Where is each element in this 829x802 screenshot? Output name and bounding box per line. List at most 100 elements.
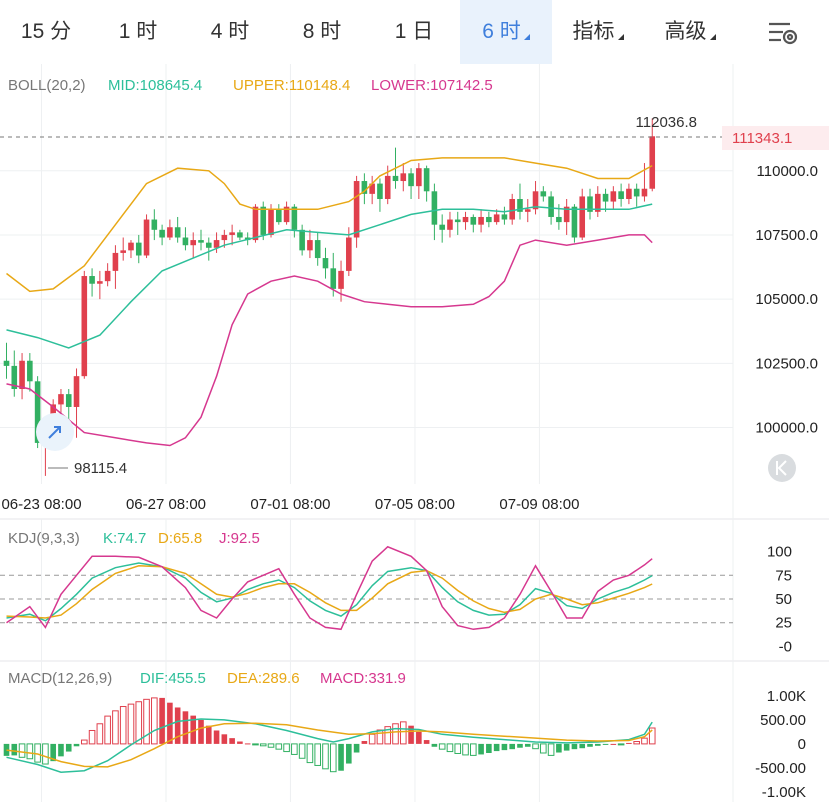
- candle-body: [524, 209, 531, 212]
- dropdown-triangle-icon: [523, 34, 530, 40]
- macd-dif-label: DIF:455.5: [140, 670, 206, 687]
- candle-body: [182, 237, 189, 246]
- macd-histogram-bar: [182, 711, 189, 744]
- tab-8h-label: 8 时: [302, 20, 342, 43]
- candle-body: [439, 224, 445, 230]
- crosshair-toggle-button[interactable]: [36, 413, 74, 451]
- macd-histogram-bar: [229, 738, 235, 744]
- tab-indicators[interactable]: 指标: [552, 0, 644, 64]
- last-price-label: 111343.1: [732, 130, 792, 147]
- macd-histogram-bar: [283, 743, 290, 753]
- macd-histogram-bar: [322, 743, 329, 770]
- kdj-j-line: [6, 545, 653, 631]
- macd-histogram-bar: [267, 743, 275, 748]
- tab-4h-label: 4 时: [210, 20, 250, 43]
- price-tick-label: 100000.0: [755, 420, 818, 437]
- kdj-panel: [0, 545, 733, 631]
- tab-1h[interactable]: 1 时: [92, 0, 184, 64]
- macd-histogram-bar: [493, 743, 500, 752]
- candle-body: [447, 219, 453, 230]
- time-tick-label: 07-05 08:00: [375, 496, 455, 513]
- candle-body: [314, 240, 321, 259]
- macd-histogram-bar: [314, 743, 321, 766]
- candle-body: [408, 173, 414, 187]
- macd-histogram-bar: [42, 743, 49, 765]
- macd-histogram-bar: [416, 731, 422, 744]
- candle-body: [291, 206, 298, 230]
- macd-histogram-bar: [237, 741, 243, 744]
- tab-advanced-label: 高级: [664, 20, 707, 43]
- tab-advanced[interactable]: 高级: [644, 0, 736, 64]
- macd-histogram-bar: [462, 743, 469, 756]
- candle-body: [509, 199, 515, 220]
- tab-8h[interactable]: 8 时: [276, 0, 368, 64]
- macd-histogram-bar: [213, 730, 220, 744]
- macd-histogram-bar: [361, 741, 368, 744]
- macd-histogram-bar: [65, 743, 72, 752]
- candle-body: [338, 270, 344, 289]
- candle-body: [299, 229, 305, 251]
- tab-indicators-label: 指标: [572, 20, 615, 43]
- macd-histogram-bar: [602, 743, 609, 745]
- macd-histogram-bar: [259, 743, 267, 747]
- candle-body: [556, 216, 562, 223]
- candle-body: [540, 191, 547, 197]
- macd-histogram-bar: [112, 710, 119, 745]
- candle-body: [377, 183, 383, 199]
- boll-lower-label: LOWER:107142.5: [371, 77, 493, 94]
- jump-to-start-button[interactable]: [768, 454, 796, 482]
- candle-body: [330, 268, 337, 289]
- price-tick-label: 102500.0: [755, 355, 818, 372]
- macd-histogram-bar: [563, 743, 570, 751]
- chart-settings-icon[interactable]: [752, 0, 816, 64]
- candle-body: [602, 193, 609, 202]
- tab-15m[interactable]: 15 分: [0, 0, 92, 64]
- kdj-d-label: D:65.8: [158, 530, 202, 547]
- candle-body: [159, 229, 165, 238]
- macd-histogram-bar: [617, 743, 625, 746]
- tab-1d-label: 1 日: [394, 20, 434, 43]
- macd-tick-label: -1.00K: [762, 784, 806, 801]
- macd-panel: [3, 697, 656, 773]
- chart-canvas: BOLL(20,2) MID:108645.4 UPPER:110148.4 L…: [0, 64, 829, 802]
- candle-body: [486, 216, 492, 223]
- candle-body: [400, 173, 407, 182]
- macd-histogram-bar: [540, 743, 547, 754]
- macd-histogram-bar: [587, 743, 593, 747]
- macd-histogram-bar: [104, 715, 111, 745]
- candle-body: [104, 270, 111, 282]
- candle-body: [65, 394, 72, 407]
- candle-body: [221, 234, 228, 241]
- macd-histogram-bar: [431, 743, 438, 747]
- boll-mid-line: [6, 203, 653, 349]
- price-panel: [3, 118, 656, 476]
- macd-histogram-bar: [26, 743, 34, 760]
- time-tick-label: 06-23 08:00: [1, 496, 81, 513]
- candle-body: [431, 191, 438, 225]
- tab-6h[interactable]: 6 时: [460, 0, 552, 64]
- candle-body: [649, 136, 656, 189]
- macd-histogram-bar: [119, 706, 127, 745]
- boll-lower-line: [6, 234, 653, 447]
- price-tick-label: 107500.0: [755, 227, 818, 244]
- macd-histogram-bar: [501, 743, 508, 751]
- candle-body: [143, 219, 150, 256]
- candle-body: [346, 237, 352, 271]
- candle-body: [260, 206, 267, 235]
- tab-1d[interactable]: 1 日: [368, 0, 460, 64]
- candle-body: [633, 188, 640, 197]
- tab-4h[interactable]: 4 时: [184, 0, 276, 64]
- candle-body: [641, 188, 648, 197]
- candle-body: [3, 360, 10, 366]
- boll-upper-label: UPPER:110148.4: [233, 77, 350, 94]
- kdj-k-label: K:74.7: [103, 530, 146, 547]
- min-price-marker: 98115.4: [74, 460, 127, 477]
- candle-body: [571, 206, 578, 238]
- tab-1h-label: 1 时: [118, 20, 158, 43]
- macd-histogram-bar: [594, 743, 601, 746]
- macd-histogram-bar: [509, 743, 515, 750]
- macd-histogram-bar: [291, 743, 298, 755]
- macd-histogram-bar: [81, 739, 88, 745]
- candle-body: [423, 168, 430, 192]
- candle-body: [392, 175, 399, 182]
